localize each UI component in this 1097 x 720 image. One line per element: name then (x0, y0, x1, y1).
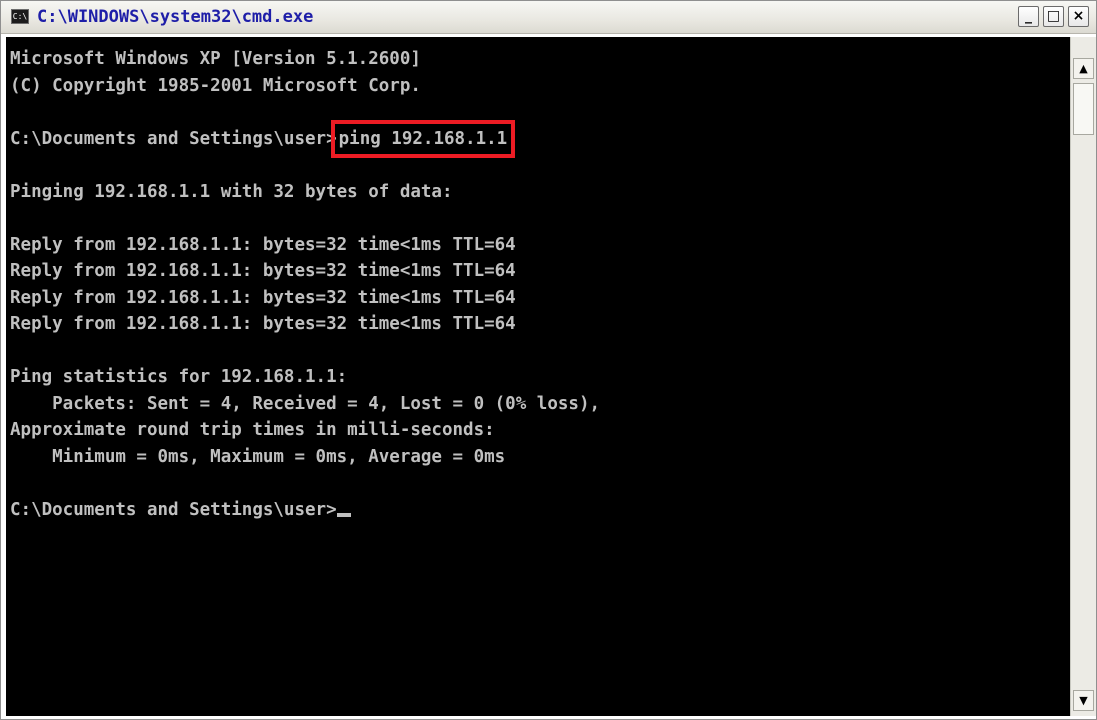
console-line: Reply from 192.168.1.1: bytes=32 time<1m… (10, 261, 516, 281)
console-line: Minimum = 0ms, Maximum = 0ms, Average = … (10, 446, 506, 467)
vertical-scrollbar[interactable]: ▲ ▼ (1070, 37, 1096, 716)
console-app-icon[interactable]: C:\ (11, 9, 29, 24)
title-bar[interactable]: C:\ C:\WINDOWS\system32\cmd.exe _ □ × (1, 1, 1096, 34)
window-title: C:\WINDOWS\system32\cmd.exe (37, 7, 314, 27)
console-line: (C) Copyright 1985-2001 Microsoft Corp. (10, 75, 421, 96)
scroll-down-arrow-icon[interactable]: ▼ (1073, 690, 1094, 711)
command-prompt: C:\Documents and Settings\user> (10, 128, 337, 149)
text-cursor (336, 512, 351, 517)
console-line: Reply from 192.168.1.1: bytes=32 time<1m… (10, 287, 516, 308)
console-output-area[interactable]: Microsoft Windows XP [Version 5.1.2600] (… (6, 37, 1070, 716)
console-line: Packets: Sent = 4, Received = 4, Lost = … (10, 393, 601, 414)
final-prompt-line[interactable]: C:\Documents and Settings\user> (10, 497, 1070, 524)
console-line: Reply from 192.168.1.1: bytes=32 time<1m… (10, 314, 516, 334)
final-prompt: C:\Documents and Settings\user> (10, 499, 337, 520)
command-line: C:\Documents and Settings\user> ping 192.… (10, 119, 1070, 158)
console-line: Approximate round trip times in milli-se… (10, 420, 495, 440)
scrollbar-thumb[interactable] (1073, 83, 1094, 135)
console-line: Reply from 192.168.1.1: bytes=32 time<1m… (10, 234, 516, 255)
cmd-window: C:\ C:\WINDOWS\system32\cmd.exe _ □ × Mi… (0, 0, 1097, 720)
close-button[interactable]: × (1068, 6, 1089, 27)
minimize-button[interactable]: _ (1018, 6, 1039, 27)
console-line: Pinging 192.168.1.1 with 32 bytes of dat… (10, 181, 453, 202)
maximize-button[interactable]: □ (1043, 6, 1064, 27)
scroll-up-arrow-icon[interactable]: ▲ (1073, 58, 1094, 79)
highlighted-ping-command: ping 192.168.1.1 (330, 119, 516, 158)
console-line: Ping statistics for 192.168.1.1: (10, 367, 348, 387)
console-line: Microsoft Windows XP [Version 5.1.2600] (10, 49, 421, 69)
console-text: Microsoft Windows XP [Version 5.1.2600] (… (6, 37, 1070, 523)
